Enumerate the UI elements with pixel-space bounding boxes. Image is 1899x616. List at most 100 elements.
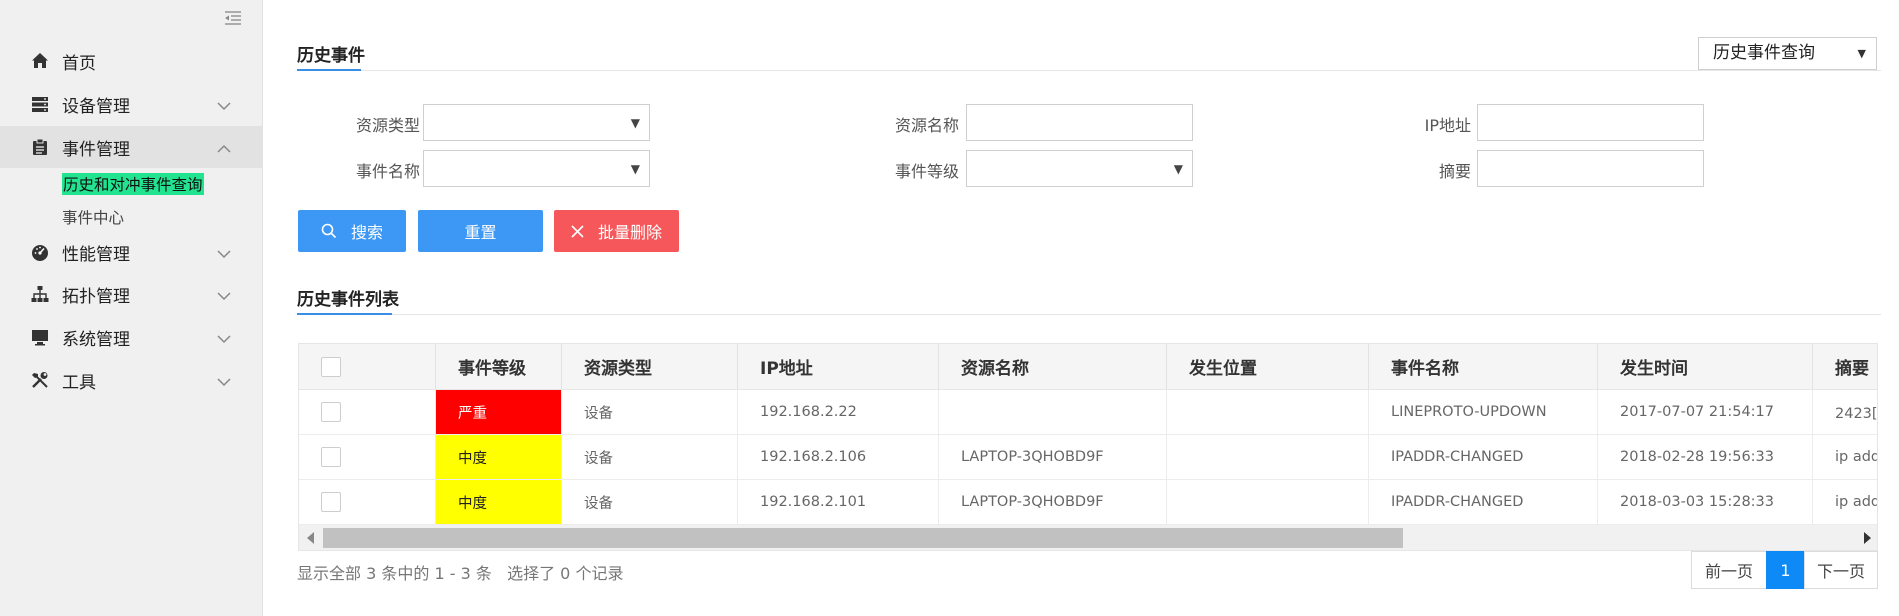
ip-address-input[interactable] (1477, 104, 1704, 141)
resource-name-input[interactable] (966, 104, 1193, 141)
col-header[interactable]: IP地址 (738, 344, 939, 389)
caret-down-icon: ▼ (1173, 162, 1183, 176)
event-name-cell: LINEPROTO-UPDOWN (1369, 390, 1598, 434)
scroll-right-arrow-icon[interactable] (1864, 532, 1871, 544)
resource-type-cell: 设备 (562, 435, 738, 479)
dashboard-gauge-icon (30, 242, 50, 262)
table-row[interactable]: 中度 设备 192.168.2.101 LAPTOP-3QHOBD9F IPAD… (299, 480, 1878, 525)
sidebar-item-label: 工具 (62, 372, 96, 393)
summary-input[interactable] (1477, 150, 1704, 187)
query-type-select[interactable]: 历史事件查询 ▼ (1698, 37, 1877, 70)
row-checkbox[interactable] (321, 492, 341, 512)
title-underline (297, 69, 361, 71)
menu-collapse-icon[interactable] (224, 10, 242, 26)
col-header[interactable]: 资源名称 (939, 344, 1167, 389)
select-all-checkbox[interactable] (321, 356, 341, 377)
summary-cell: 2423[未知 (1835, 405, 1878, 422)
table-row[interactable]: 中度 设备 192.168.2.106 LAPTOP-3QHOBD9F IPAD… (299, 435, 1878, 480)
resource-name-cell (939, 390, 1167, 434)
next-page-button[interactable]: 下一页 (1804, 551, 1878, 589)
list-title-underline (297, 313, 392, 315)
col-header[interactable]: 资源类型 (562, 344, 738, 389)
reset-button[interactable]: 重置 (418, 210, 543, 252)
search-button-label: 搜索 (350, 223, 383, 242)
scroll-left-arrow-icon[interactable] (307, 532, 314, 544)
batch-delete-button[interactable]: 批量删除 (554, 210, 679, 252)
sidebar-subitem-event-center[interactable]: 事件中心 (62, 206, 124, 228)
resource-name-cell: LAPTOP-3QHOBD9F (939, 435, 1167, 479)
time-cell: 2017-07-07 21:54:17 (1598, 390, 1813, 434)
query-type-value: 历史事件查询 (1713, 43, 1815, 63)
chevron-down-icon (216, 374, 232, 387)
sidebar-item-event-management[interactable]: 事件管理 (0, 126, 262, 168)
location-cell (1167, 480, 1369, 524)
event-level-select[interactable]: ▼ (966, 150, 1193, 187)
page-title: 历史事件 (297, 46, 365, 66)
horizontal-scrollbar[interactable] (299, 525, 1877, 550)
sidebar-item-topology-management[interactable]: 拓扑管理 (0, 273, 262, 315)
chevron-down-icon (216, 288, 232, 301)
sidebar-subitem-history-event-query[interactable]: 历史和对冲事件查询 (62, 173, 204, 195)
caret-down-icon: ▼ (630, 162, 640, 176)
event-name-cell: IPADDR-CHANGED (1369, 435, 1598, 479)
col-header[interactable]: 事件等级 (436, 344, 562, 389)
main-content: 历史事件 历史事件查询 ▼ 资源类型 ▼ 资源名称 IP地址 事件名称 ▼ 事件… (263, 0, 1899, 616)
event-name-select[interactable]: ▼ (423, 150, 650, 187)
summary-cell: ip address (1835, 494, 1878, 510)
event-name-label: 事件名称 (355, 162, 420, 181)
sidebar-item-system-management[interactable]: 系统管理 (0, 316, 262, 358)
sidebar-item-label: 设备管理 (62, 96, 130, 117)
page-1-button[interactable]: 1 (1766, 551, 1805, 589)
header-checkbox-cell (299, 344, 436, 389)
event-level-cell: 中度 (436, 480, 562, 524)
ip-cell: 192.168.2.106 (738, 435, 939, 479)
close-icon (571, 224, 584, 238)
sidebar: 首页 设备管理 事件管理 历史和对冲事件查询 事件中心 性能管理 拓扑管理 系统… (0, 0, 263, 616)
resource-type-cell: 设备 (562, 480, 738, 524)
sidebar-item-label: 性能管理 (62, 244, 130, 265)
sidebar-item-device-management[interactable]: 设备管理 (0, 83, 262, 125)
server-icon (30, 94, 50, 114)
events-table: 事件等级 资源类型 IP地址 资源名称 发生位置 事件名称 发生时间 摘要 严重… (298, 343, 1878, 551)
event-name-cell: IPADDR-CHANGED (1369, 480, 1598, 524)
batch-delete-button-label: 批量删除 (597, 223, 662, 242)
event-level-label: 事件等级 (894, 162, 959, 181)
row-checkbox[interactable] (321, 447, 341, 467)
table-row[interactable]: 严重 设备 192.168.2.22 LINEPROTO-UPDOWN 2017… (299, 390, 1878, 435)
sidebar-item-performance-management[interactable]: 性能管理 (0, 231, 262, 273)
caret-down-icon: ▼ (630, 116, 640, 130)
divider (297, 70, 1881, 71)
clipboard-icon (30, 137, 50, 157)
sidebar-item-label: 事件管理 (62, 139, 130, 160)
summary-cell: ip address (1835, 449, 1878, 465)
event-level-cell: 中度 (436, 435, 562, 479)
sidebar-item-tools[interactable]: 工具 (0, 359, 262, 401)
resource-type-select[interactable]: ▼ (423, 104, 650, 141)
row-checkbox[interactable] (321, 402, 341, 422)
prev-page-label: 前一页 (1704, 562, 1753, 581)
sidebar-item-home[interactable]: 首页 (0, 40, 262, 82)
event-level-cell: 严重 (436, 390, 562, 434)
sitemap-icon (30, 284, 50, 304)
ip-cell: 192.168.2.22 (738, 390, 939, 434)
search-button[interactable]: 搜索 (298, 210, 406, 252)
resource-type-cell: 设备 (562, 390, 738, 434)
monitor-icon (30, 327, 50, 347)
col-header[interactable]: 事件名称 (1369, 344, 1598, 389)
col-header[interactable]: 摘要 (1813, 344, 1877, 389)
home-icon (30, 51, 50, 71)
summary-label: 摘要 (1438, 162, 1471, 181)
row-checkbox-cell (299, 390, 436, 434)
prev-page-button[interactable]: 前一页 (1691, 551, 1767, 589)
chevron-down-icon (216, 246, 232, 259)
col-header[interactable]: 发生位置 (1167, 344, 1369, 389)
location-cell (1167, 390, 1369, 434)
resource-name-label: 资源名称 (894, 116, 959, 135)
chevron-down-icon (216, 98, 232, 111)
ip-cell: 192.168.2.101 (738, 480, 939, 524)
col-header[interactable]: 发生时间 (1598, 344, 1813, 389)
wrench-screwdriver-icon (30, 370, 50, 390)
scrollbar-thumb[interactable] (323, 528, 1403, 548)
time-cell: 2018-03-03 15:28:33 (1598, 480, 1813, 524)
chevron-up-icon (216, 141, 232, 153)
